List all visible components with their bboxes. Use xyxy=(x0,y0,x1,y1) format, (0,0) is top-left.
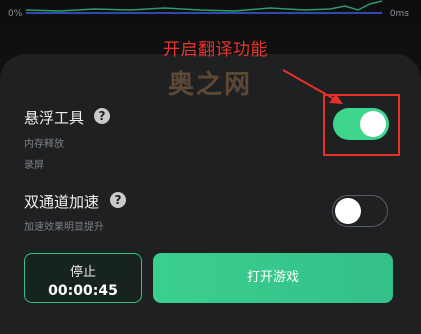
highlight-box xyxy=(323,94,400,156)
setting-floating-tool-title: 悬浮工具 xyxy=(24,109,85,127)
help-icon[interactable]: ? xyxy=(110,192,126,208)
toggle-knob xyxy=(335,197,361,224)
stop-button[interactable]: 停止 00:00:45 xyxy=(24,253,142,303)
elapsed-timer: 00:00:45 xyxy=(48,283,118,299)
dual-channel-toggle[interactable] xyxy=(332,195,388,227)
setting-floating-tool-sub-1: 内存释放 xyxy=(24,139,64,150)
setting-floating-tool-sub-2: 录屏 xyxy=(24,160,44,171)
setting-dual-channel-sub: 加速效果明显提升 xyxy=(24,222,104,233)
help-icon[interactable]: ? xyxy=(94,108,110,124)
stop-label: 停止 xyxy=(69,265,96,280)
open-game-button[interactable]: 打开游戏 xyxy=(153,253,393,303)
setting-dual-channel-title: 双通道加速 xyxy=(24,193,100,211)
